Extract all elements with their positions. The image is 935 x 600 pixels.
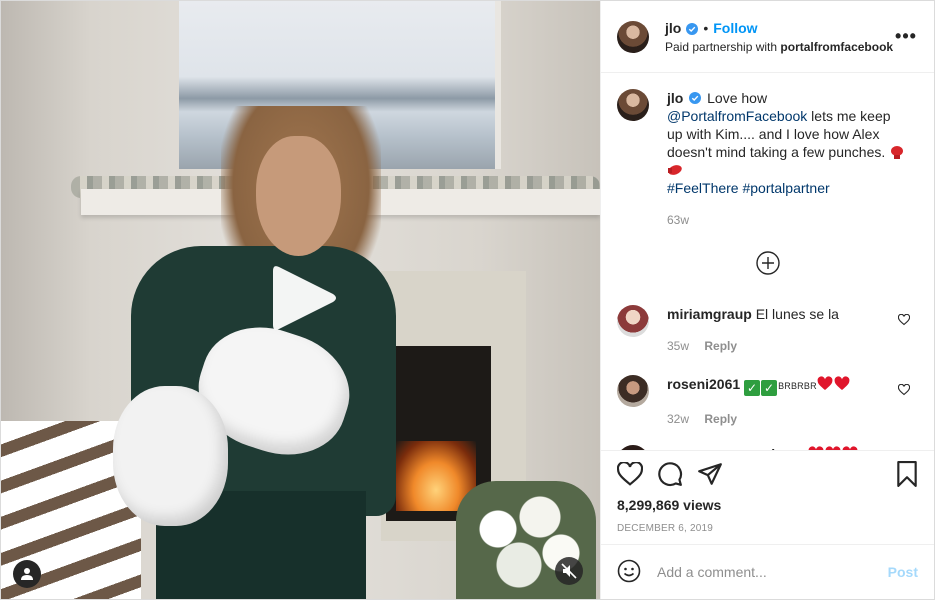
smiley-icon[interactable] (617, 559, 641, 586)
post-actions: 8,299,869 views DECEMBER 6, 2019 (601, 450, 934, 544)
commenter-username[interactable]: miriamgraup (667, 306, 752, 322)
red-heart-icon (825, 446, 841, 450)
comment-timestamp[interactable]: 32w (667, 412, 689, 426)
partner-link[interactable]: portalfromfacebook (780, 40, 893, 54)
check-mark-icon: ✓ (761, 380, 778, 396)
check-mark-icon: ✓ (744, 380, 761, 396)
post-comment-button[interactable]: Post (888, 564, 918, 580)
more-options-icon[interactable]: ••• (894, 26, 918, 47)
video-player[interactable] (1, 1, 600, 599)
commenter-username[interactable]: roseni2061 (667, 376, 740, 392)
boxing-glove-icon (889, 144, 905, 160)
comment-bubble-icon[interactable] (657, 454, 697, 494)
boxing-glove-icon (667, 162, 683, 178)
author-avatar[interactable] (617, 20, 649, 53)
caption-timestamp[interactable]: 63w (667, 211, 907, 229)
commenter-avatar[interactable] (617, 305, 649, 337)
comment-text: BRBRBR (778, 381, 817, 391)
author-username[interactable]: jlo (665, 20, 681, 36)
paper-plane-icon[interactable] (697, 454, 737, 494)
comment-item: miriamgraup El lunes se la 35w Reply (617, 305, 918, 361)
partnership-prefix: Paid partnership with (665, 40, 778, 54)
view-count[interactable]: 8,299,869 views (617, 497, 918, 513)
commenter-avatar[interactable] (617, 375, 649, 407)
load-more-comments[interactable] (617, 251, 918, 291)
red-heart-icon (817, 376, 833, 392)
post-caption: jlo Love how @PortalfromFacebook lets me… (617, 89, 918, 229)
bookmark-icon[interactable] (878, 454, 918, 494)
comment-text: El lunes se la (755, 306, 839, 322)
play-icon[interactable] (271, 263, 337, 333)
comment-item: roseni2061 ✓ ✓ BRBRBR 32w Reply (617, 375, 918, 431)
plus-circle-icon[interactable] (755, 251, 780, 291)
follow-button[interactable]: Follow (713, 20, 757, 36)
post-date[interactable]: DECEMBER 6, 2019 (617, 523, 918, 534)
hashtag-portalpartner[interactable]: #portalpartner (742, 180, 829, 196)
comment-input[interactable] (657, 564, 888, 580)
separator-dot: • (703, 20, 709, 36)
post-container: jlo • Follow Paid partnership with porta… (0, 0, 935, 600)
red-heart-icon (842, 446, 858, 450)
caption-text: Love how (707, 90, 768, 106)
verified-badge-icon (686, 22, 699, 35)
reply-button[interactable]: Reply (704, 339, 737, 353)
heart-icon[interactable] (617, 454, 657, 494)
heart-icon[interactable] (897, 313, 911, 326)
comment-composer: Post (601, 544, 934, 599)
caption-mention[interactable]: @PortalfromFacebook (667, 108, 807, 124)
verified-badge-icon (689, 90, 702, 104)
commenter-avatar[interactable] (617, 445, 649, 450)
comment-timestamp[interactable]: 35w (667, 339, 689, 353)
comment-item: georgerusevmakeup (617, 445, 918, 450)
comments-list[interactable]: jlo Love how @PortalfromFacebook lets me… (601, 73, 934, 450)
user-tag-icon[interactable] (13, 560, 41, 588)
reply-button[interactable]: Reply (704, 412, 737, 426)
commenter-username[interactable]: georgerusevmakeup (667, 446, 804, 450)
post-side-panel: jlo • Follow Paid partnership with porta… (600, 1, 934, 599)
red-heart-icon (834, 376, 850, 392)
hashtag-feelthere[interactable]: #FeelThere (667, 180, 739, 196)
caption-username[interactable]: jlo (667, 90, 683, 106)
muted-speaker-icon[interactable] (555, 557, 583, 585)
post-header: jlo • Follow Paid partnership with porta… (601, 1, 934, 73)
caption-avatar[interactable] (617, 89, 649, 121)
heart-icon[interactable] (897, 383, 911, 396)
red-heart-icon (808, 446, 824, 450)
paid-partnership-label: Paid partnership with portalfromfacebook (665, 40, 894, 54)
